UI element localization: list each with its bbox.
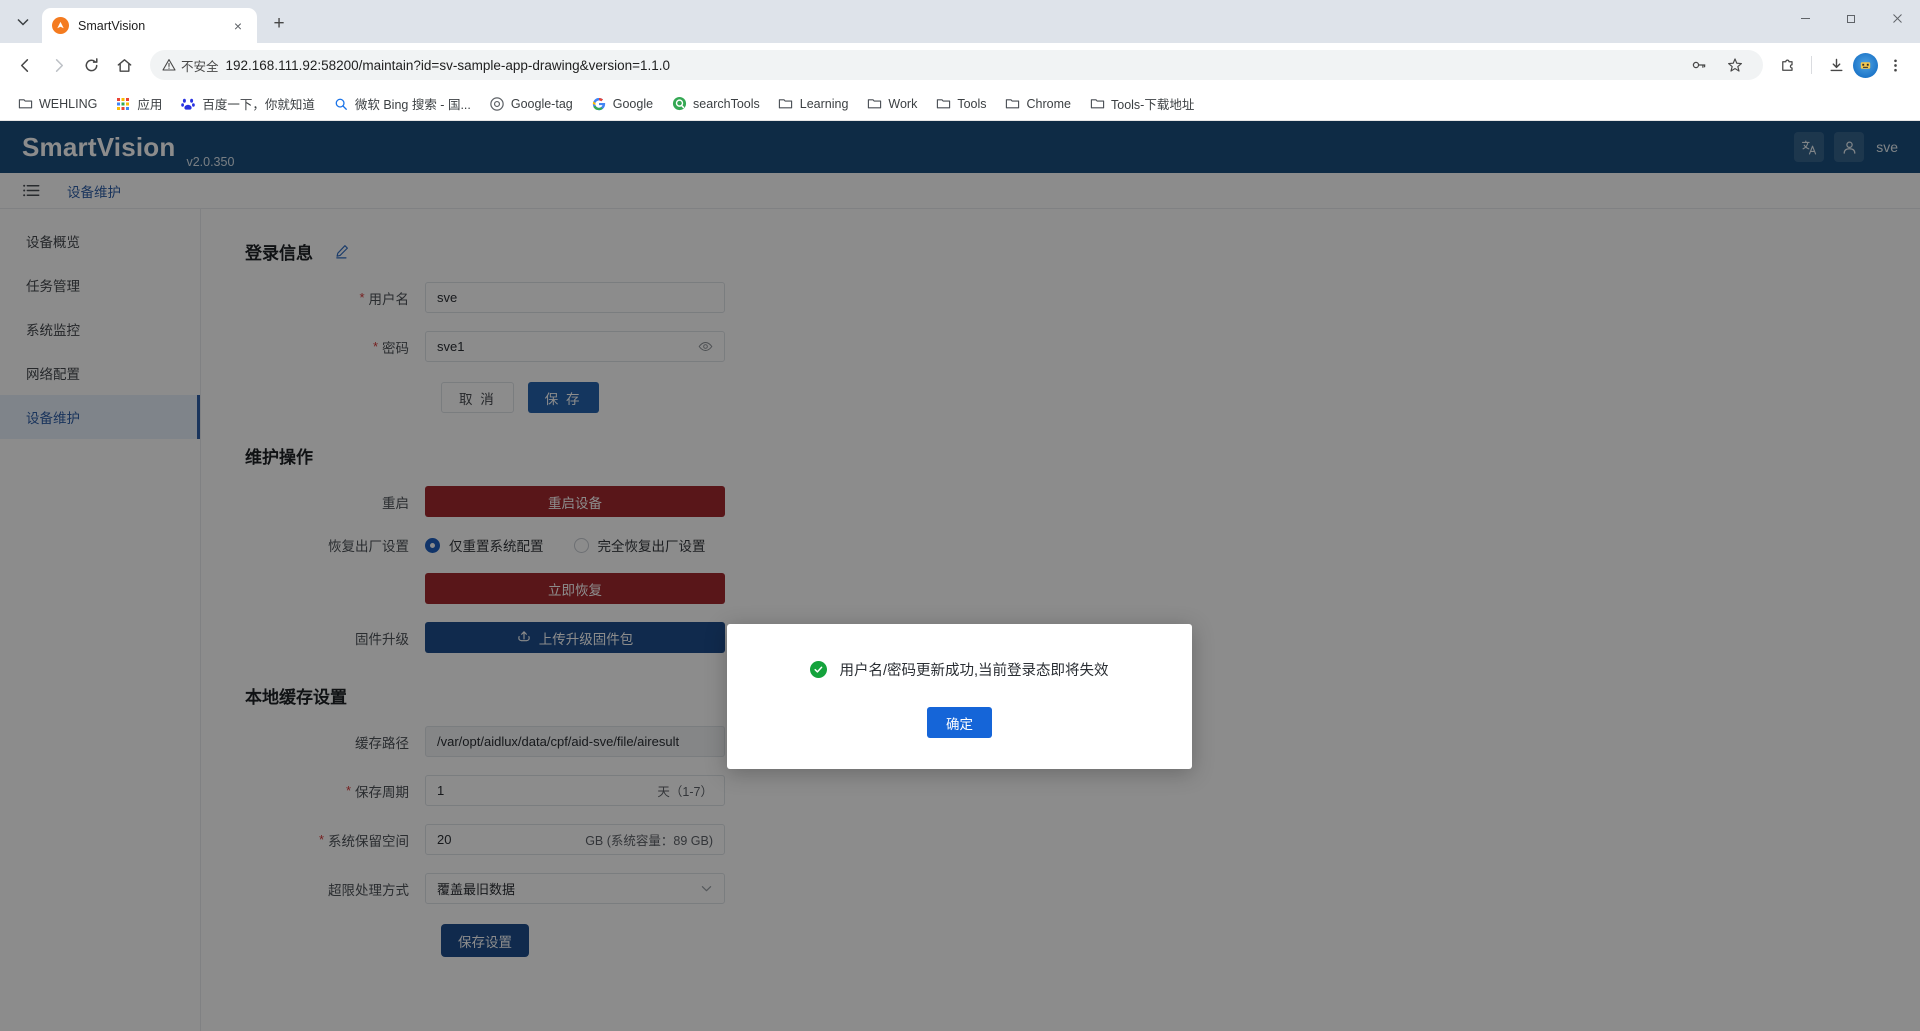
browser-window: SmartVision × + 不安全 192.168.111.92:58200… xyxy=(0,0,1920,1031)
bookmark-item[interactable]: Chrome xyxy=(998,92,1078,116)
bookmark-item[interactable]: Google xyxy=(584,92,660,116)
bookmark-label: searchTools xyxy=(693,96,760,111)
folder-icon xyxy=(778,96,794,112)
bookmark-label: Tools xyxy=(957,96,987,111)
bookmark-label: 应用 xyxy=(137,98,163,112)
bookmark-item[interactable]: 应用 xyxy=(108,90,169,117)
key-icon[interactable] xyxy=(1683,49,1715,81)
url-text: 192.168.111.92:58200/maintain?id=sv-samp… xyxy=(225,57,671,73)
bookmark-label: Learning xyxy=(799,96,849,111)
modal-message-row: 用户名/密码更新成功,当前登录态即将失效 xyxy=(782,659,1136,680)
bookmark-label: Google-tag xyxy=(510,96,573,111)
maximize-icon[interactable] xyxy=(1828,0,1874,36)
modal-confirm-button[interactable]: 确定 xyxy=(927,707,992,738)
bookmark-label: WEHLING xyxy=(39,96,98,111)
security-label: 不安全 xyxy=(181,59,219,74)
bookmark-item[interactable]: Work xyxy=(859,92,924,116)
apps-grid-icon xyxy=(115,96,131,112)
omnibox-actions xyxy=(1683,49,1751,81)
folder-icon xyxy=(866,96,882,112)
address-bar[interactable]: 不安全 192.168.111.92:58200/maintain?id=sv-… xyxy=(150,50,1763,80)
new-tab-button[interactable]: + xyxy=(264,9,294,39)
smartvision-logo-icon xyxy=(52,17,69,34)
bookmark-item[interactable]: WEHLING xyxy=(10,92,104,116)
warning-triangle-icon xyxy=(162,59,176,71)
bookmark-item[interactable]: Google-tag xyxy=(482,92,580,116)
folder-icon xyxy=(17,96,33,112)
bookmark-label: 百度一下，你就知道 xyxy=(202,98,315,112)
close-icon[interactable] xyxy=(1874,0,1920,36)
toolbar-divider xyxy=(1811,56,1812,74)
minimize-icon[interactable] xyxy=(1782,0,1828,36)
google-icon xyxy=(591,96,607,112)
bookmark-label: Work xyxy=(888,96,918,111)
bookmark-label: Google xyxy=(612,96,654,111)
security-warning[interactable]: 不安全 xyxy=(162,56,219,75)
profile-avatar[interactable] xyxy=(1853,52,1878,78)
folder-icon xyxy=(1005,96,1021,112)
browser-tab[interactable]: SmartVision × xyxy=(42,8,257,43)
bookmark-item[interactable]: Tools-下载地址 xyxy=(1082,90,1201,117)
modal-message: 用户名/密码更新成功,当前登录态即将失效 xyxy=(839,663,1109,679)
baidu-icon xyxy=(180,96,196,112)
bookmark-label: Tools-下载地址 xyxy=(1111,98,1195,112)
back-icon[interactable] xyxy=(9,49,41,81)
browser-toolbar: 不安全 192.168.111.92:58200/maintain?id=sv-… xyxy=(0,43,1920,87)
tab-title: SmartVision xyxy=(78,18,146,33)
folder-icon xyxy=(935,96,951,112)
downloads-icon[interactable] xyxy=(1820,49,1852,81)
bookmarks-bar: WEHLING 应用 百度一下，你就知道 微软 Bing 搜索 - 国... G… xyxy=(0,87,1920,121)
more-menu-icon[interactable] xyxy=(1879,49,1911,81)
web-app: SmartVision v2.0.350 sve 设备维护 设备概览 任务管理 … xyxy=(0,121,1920,1031)
home-icon[interactable] xyxy=(108,49,140,81)
bookmark-item[interactable]: 微软 Bing 搜索 - 国... xyxy=(326,90,478,117)
tab-search-icon[interactable] xyxy=(6,5,40,39)
modal-overlay[interactable] xyxy=(0,121,1920,1031)
chrome-icon xyxy=(489,96,505,112)
success-check-icon xyxy=(810,661,828,678)
forward-icon[interactable] xyxy=(42,49,74,81)
star-icon[interactable] xyxy=(1719,49,1751,81)
bookmark-label: 微软 Bing 搜索 - 国... xyxy=(354,98,471,112)
success-modal: 用户名/密码更新成功,当前登录态即将失效 确定 xyxy=(727,624,1192,769)
bookmark-item[interactable]: Learning xyxy=(771,92,856,116)
reload-icon[interactable] xyxy=(75,49,107,81)
bookmark-item[interactable]: 百度一下，你就知道 xyxy=(173,90,322,117)
bookmark-item[interactable]: Tools xyxy=(928,92,993,116)
window-controls xyxy=(1782,0,1920,36)
close-icon[interactable]: × xyxy=(229,17,247,35)
search-tools-icon xyxy=(671,96,687,112)
extensions-icon[interactable] xyxy=(1771,49,1803,81)
bookmark-item[interactable]: searchTools xyxy=(664,92,767,116)
search-icon xyxy=(333,96,349,112)
folder-icon xyxy=(1089,96,1105,112)
bookmark-label: Chrome xyxy=(1026,96,1071,111)
tab-strip: SmartVision × + xyxy=(0,0,1920,43)
